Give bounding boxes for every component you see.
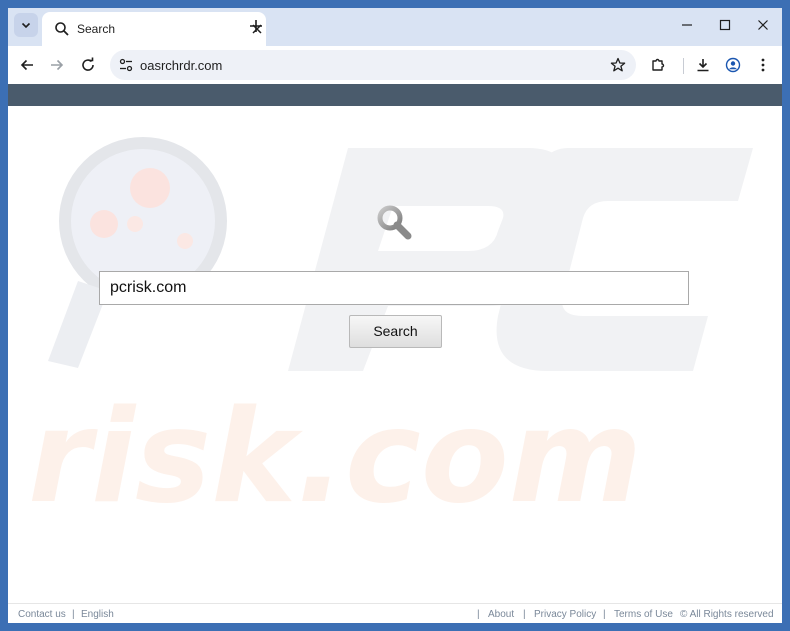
star-icon[interactable]	[610, 57, 626, 73]
browser-window: Search oasrchrdr.com risk.com pcrisk.com…	[8, 8, 782, 623]
back-button[interactable]	[17, 55, 37, 75]
close-window-button[interactable]	[744, 8, 782, 42]
window-controls	[668, 8, 782, 44]
watermark-text: risk.com	[28, 383, 642, 532]
kebab-menu-icon	[761, 58, 765, 72]
site-info-icon[interactable]	[118, 57, 134, 73]
minimize-button[interactable]	[668, 8, 706, 42]
search-icon	[55, 22, 69, 36]
footer-copyright: © All Rights reserved	[680, 609, 774, 620]
extensions-icon	[652, 58, 665, 71]
profile-button[interactable]	[723, 55, 743, 75]
download-icon	[697, 59, 709, 72]
close-icon	[758, 20, 768, 30]
page-header-bar	[8, 84, 782, 106]
forward-arrow-icon	[51, 59, 64, 71]
pcrisk-watermark: risk.com	[28, 137, 753, 532]
downloads-button[interactable]	[693, 55, 713, 75]
reload-icon	[82, 57, 94, 71]
maximize-icon	[719, 19, 731, 31]
search-button[interactable]: Search	[349, 315, 442, 348]
extensions-button[interactable]	[648, 55, 668, 75]
plus-icon[interactable]	[248, 18, 264, 34]
footer-link-privacy[interactable]: Privacy Policy	[534, 609, 596, 620]
search-input[interactable]	[99, 271, 689, 305]
footer-separator: |	[477, 609, 480, 620]
minimize-icon	[682, 24, 692, 26]
footer-separator: |	[603, 609, 606, 620]
active-tab[interactable]: Search	[42, 12, 266, 46]
address-bar[interactable]: oasrchrdr.com	[110, 50, 636, 80]
tab-search-dropdown-button[interactable]	[14, 13, 38, 37]
page-footer: Contact us | English | About | Privacy P…	[8, 603, 782, 623]
page-content: risk.com Search Contact us | English | A…	[8, 106, 782, 623]
browser-toolbar: oasrchrdr.com	[8, 46, 782, 84]
profile-icon	[725, 57, 741, 73]
footer-link-about[interactable]: About	[488, 609, 514, 620]
browser-menu-button[interactable]	[753, 55, 773, 75]
footer-link-terms[interactable]: Terms of Use	[614, 609, 673, 620]
magnifier-icon	[377, 205, 412, 240]
forward-button[interactable]	[47, 55, 67, 75]
footer-separator: |	[523, 609, 526, 620]
tab-title: Search	[77, 22, 116, 36]
chevron-down-icon	[21, 22, 31, 29]
reload-button[interactable]	[78, 55, 98, 75]
url-text[interactable]: oasrchrdr.com	[140, 58, 222, 73]
maximize-button[interactable]	[706, 8, 744, 42]
footer-link-contact[interactable]: Contact us	[18, 609, 66, 620]
back-arrow-icon	[20, 59, 33, 71]
footer-link-language[interactable]: English	[81, 609, 114, 620]
toolbar-divider	[683, 58, 684, 74]
tab-strip: Search	[8, 8, 782, 46]
footer-separator: |	[72, 609, 75, 620]
